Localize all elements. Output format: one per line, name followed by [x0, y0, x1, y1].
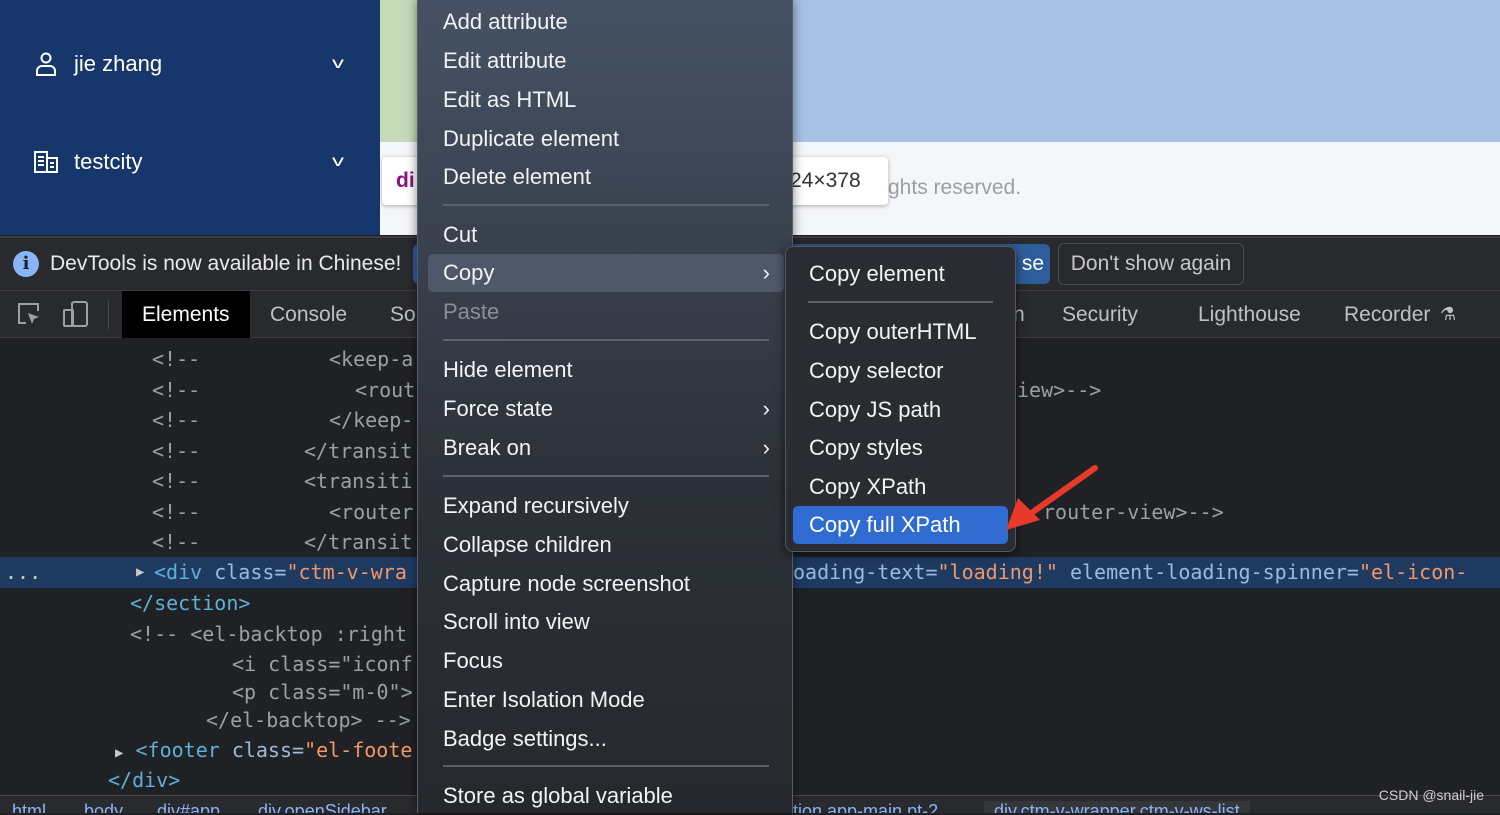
menu-separator [443, 475, 769, 477]
menu-item-break-on[interactable]: Break on › [428, 429, 784, 467]
menu-item-cut[interactable]: Cut [428, 216, 784, 254]
breadcrumb-item[interactable]: div#app [157, 801, 220, 813]
tab-security[interactable]: Security [1062, 291, 1138, 338]
menu-item-copy-selector[interactable]: Copy selector [793, 352, 1008, 390]
code-line[interactable]: <!-- </keep- [152, 405, 413, 435]
menu-item-paste: Paste [443, 299, 500, 324]
code-line[interactable]: </el-backtop> --> [206, 705, 411, 735]
tab-recorder[interactable]: Recorder [1344, 291, 1430, 338]
code-line[interactable]: <p class="m-0"> [232, 677, 413, 707]
breadcrumb-item[interactable]: div.openSidebar [258, 801, 387, 813]
code-line[interactable]: </div> [108, 765, 180, 795]
tab-sources[interactable]: So [390, 291, 416, 338]
inspected-element-highlight [793, 0, 1500, 142]
breadcrumb-item[interactable]: tion.app-main.pt-2 [793, 801, 938, 813]
tooltip-tag: di [396, 169, 415, 192]
menu-separator [443, 339, 769, 341]
tab-lighthouse[interactable]: Lighthouse [1198, 291, 1301, 338]
menu-item-edit-as-html[interactable]: Edit as HTML [428, 81, 784, 119]
breadcrumb-item[interactable]: html [12, 801, 46, 813]
flask-icon: ⚗ [1440, 304, 1457, 324]
chevron-down-icon: v [332, 153, 344, 170]
infobar-message: DevTools is now available in Chinese! [50, 252, 402, 275]
menu-item-badge-settings[interactable]: Badge settings... [428, 720, 784, 758]
menu-separator [443, 204, 769, 206]
menu-item-force-state[interactable]: Force state › [428, 390, 784, 428]
sidebar-item-label: testcity [74, 149, 143, 174]
code-line[interactable]: <!-- <transiti [152, 466, 412, 496]
menu-item-copy-styles[interactable]: Copy styles [793, 429, 1008, 467]
dont-show-again-button[interactable]: Don't show again [1058, 243, 1244, 285]
breadcrumb-item[interactable]: div.ctm-v-wrapper.ctm-v-ws-list [984, 801, 1250, 813]
menu-item-expand-recursively[interactable]: Expand recursively [428, 487, 784, 525]
info-icon: i [13, 251, 39, 277]
chevron-right-icon: › [762, 260, 770, 285]
menu-item-edit-attribute[interactable]: Edit attribute [428, 42, 784, 80]
code-line[interactable]: <!-- </transit [152, 527, 412, 557]
inspect-element-icon[interactable] [16, 301, 42, 332]
menu-item-scroll-into-view[interactable]: Scroll into view [428, 603, 784, 641]
code-line[interactable]: </section> [130, 588, 250, 618]
code-line[interactable]: <!-- </transit [152, 436, 412, 466]
menu-item-copy-full-xpath[interactable]: Copy full XPath [793, 506, 1008, 544]
menu-item-store-as-global-variable[interactable]: Store as global variable [428, 777, 784, 815]
footer-copyright: ghts reserved. [888, 176, 1022, 199]
code-line[interactable]: <!-- <router [152, 497, 413, 527]
code-line-tail: iew>--> [1017, 378, 1102, 402]
context-menu: Add attribute Edit attribute Edit as HTM… [417, 0, 793, 813]
menu-item-copy-js-path[interactable]: Copy JS path [793, 391, 1008, 429]
sidebar-item-city[interactable]: testcity v [32, 142, 352, 182]
menu-item-copy-element[interactable]: Copy element [793, 255, 1008, 293]
chevron-down-icon: v [332, 55, 344, 72]
menu-item-delete-element[interactable]: Delete element [428, 158, 784, 196]
code-line[interactable]: <!-- <keep-a [152, 344, 413, 374]
tab-elements[interactable]: Elements [122, 291, 250, 338]
chevron-right-icon: › [762, 435, 770, 460]
code-line[interactable]: <!-- <rout [152, 375, 415, 405]
sidebar: jie zhang v testcity v [0, 0, 380, 235]
copy-submenu: Copy element Copy outerHTML Copy selecto… [785, 246, 1016, 552]
building-icon [32, 148, 60, 176]
menu-item-copy[interactable]: Copy › [428, 254, 784, 292]
menu-item-focus[interactable]: Focus [428, 642, 784, 680]
menu-item-add-attribute[interactable]: Add attribute [428, 3, 784, 41]
sidebar-item-label: jie zhang [74, 51, 163, 76]
menu-item-capture-node-screenshot[interactable]: Capture node screenshot [428, 565, 784, 603]
menu-separator [443, 765, 769, 767]
breadcrumb-item[interactable]: body [84, 801, 123, 813]
tab-console[interactable]: Console [270, 291, 347, 338]
tooltip-dimensions: 24×378 [790, 169, 861, 192]
menu-item-copy-xpath[interactable]: Copy XPath [793, 468, 1008, 506]
expand-triangle-icon[interactable]: ▶ [115, 745, 123, 761]
menu-item-duplicate-element[interactable]: Duplicate element [428, 120, 784, 158]
menu-item-hide-element[interactable]: Hide element [428, 351, 784, 389]
page-content-strip [380, 0, 420, 142]
menu-separator [808, 301, 993, 303]
menu-item-copy-outerhtml[interactable]: Copy outerHTML [793, 313, 1008, 351]
more-options-icon[interactable]: ... [5, 557, 41, 587]
user-icon [32, 50, 60, 78]
code-line[interactable]: <i class="iconf [232, 649, 413, 679]
code-line[interactable]: ▶ <footer class="el-foote [115, 735, 412, 768]
annotation-arrow-icon [1006, 465, 1098, 530]
expand-triangle-icon[interactable]: ▶ [136, 557, 144, 587]
code-line[interactable]: <!-- <el-backtop :right [130, 619, 407, 649]
device-toolbar-icon[interactable] [62, 300, 90, 333]
divider [108, 301, 109, 329]
menu-item-enter-isolation-mode[interactable]: Enter Isolation Mode [428, 681, 784, 719]
watermark: CSDN @snail-jie [1378, 787, 1484, 803]
chevron-right-icon: › [762, 396, 770, 421]
menu-item-collapse-children[interactable]: Collapse children [428, 526, 784, 564]
sidebar-item-user[interactable]: jie zhang v [32, 44, 352, 84]
